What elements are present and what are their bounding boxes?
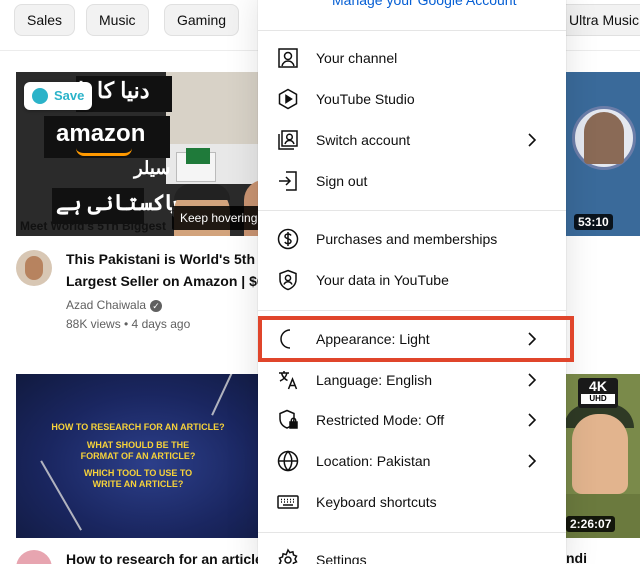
video-title-line-2[interactable]: Largest Seller on Amazon | $6 [66, 270, 258, 292]
thumb-person [584, 112, 624, 164]
highlight-box [258, 316, 574, 362]
video-thumbnail-3[interactable] [564, 72, 640, 236]
studio-icon [278, 88, 298, 110]
menu-item-your-channel[interactable]: Your channel [258, 38, 566, 78]
video-title-4-fragment[interactable]: ndi [566, 550, 587, 564]
sign-out-icon [279, 171, 297, 191]
verified-check-icon: ✓ [150, 299, 163, 312]
video-thumbnail-2[interactable]: HOW TO RESEARCH FOR AN ARTICLE? WHAT SHO… [16, 374, 260, 538]
menu-item-restricted-mode[interactable]: Restricted Mode: Off [258, 400, 566, 440]
menu-item-location[interactable]: Location: Pakistan [258, 441, 566, 481]
chevron-right-icon [528, 373, 537, 387]
menu-item-label: Location: Pakistan [316, 453, 431, 469]
thumb-urdu-bottom: پاکستانی ہے [56, 190, 179, 215]
chevron-right-icon [528, 454, 537, 468]
menu-item-label: Purchases and memberships [316, 231, 498, 247]
menu-item-sign-out[interactable]: Sign out [258, 161, 566, 201]
channel-avatar-2[interactable] [16, 550, 52, 564]
menu-item-label: Language: English [316, 372, 432, 388]
pakistan-flag [186, 148, 210, 164]
menu-item-label: Keyboard shortcuts [316, 494, 437, 510]
menu-divider [258, 30, 566, 31]
video-title-2[interactable]: How to research for an article? [66, 548, 258, 564]
menu-item-your-data[interactable]: Your data in YouTube [258, 260, 566, 300]
menu-item-label: Your channel [316, 50, 398, 66]
menu-item-purchases[interactable]: Purchases and memberships [258, 219, 566, 259]
menu-item-youtube-studio[interactable]: YouTube Studio [258, 79, 566, 119]
thumb-question-2: WHAT SHOULD BE THE FORMAT OF AN ARTICLE? [80, 440, 196, 461]
menu-item-language[interactable]: Language: English [258, 360, 566, 400]
menu-divider [258, 532, 566, 533]
save-icon [32, 88, 48, 104]
globe-icon [277, 450, 299, 472]
keyboard-icon [277, 495, 299, 509]
chip-music[interactable]: Music [86, 4, 149, 36]
account-menu: Manage your Google Account Your channel … [258, 0, 566, 564]
duration-badge: 2:26:07 [566, 516, 616, 532]
thumb-question-1: HOW TO RESEARCH FOR AN ARTICLE? [51, 422, 225, 432]
4k-badge: 4K UHD [578, 378, 618, 408]
thumb-urdu-side: سیلر [134, 158, 171, 178]
duration-badge: 53:10 [574, 214, 613, 230]
shield-lock-icon [279, 409, 298, 429]
menu-item-keyboard-shortcuts[interactable]: Keyboard shortcuts [258, 482, 566, 522]
save-button[interactable]: Save [24, 82, 92, 110]
person-box-icon [278, 48, 298, 68]
video-title-line-1[interactable]: This Pakistani is World's 5th [66, 248, 258, 270]
gear-icon [278, 548, 298, 564]
keep-hovering-hint: Keep hovering [172, 206, 260, 230]
shield-person-icon [279, 269, 297, 291]
amazon-arrow-icon [76, 148, 132, 156]
channel-name-row: Azad Chaiwala ✓ [66, 298, 163, 312]
chip-gaming[interactable]: Gaming [164, 4, 240, 36]
menu-item-switch-account[interactable]: Switch account [258, 120, 566, 160]
channel-name[interactable]: Azad Chaiwala [66, 298, 146, 312]
channel-avatar[interactable] [16, 250, 52, 286]
menu-item-label: YouTube Studio [316, 91, 415, 107]
save-label: Save [54, 88, 85, 103]
chevron-right-icon [528, 133, 537, 147]
menu-item-label: Restricted Mode: Off [316, 412, 445, 428]
thumb-question-3: WHICH TOOL TO USE TO WRITE AN ARTICLE? [83, 468, 193, 489]
menu-item-label: Settings [316, 552, 367, 564]
menu-divider [258, 310, 566, 311]
manage-account-link[interactable]: Manage your Google Account [332, 0, 516, 8]
thumb-banner-text: Meet World's 5Th Biggest [20, 219, 166, 233]
menu-item-label: Your data in YouTube [316, 272, 449, 288]
menu-item-settings[interactable]: Settings [258, 540, 566, 564]
chevron-right-icon [528, 413, 537, 427]
video-stats: 88K views • 4 days ago [66, 317, 191, 331]
translate-icon [279, 371, 298, 390]
chip-ultra-music[interactable]: Ultra Music [556, 4, 640, 36]
menu-item-label: Switch account [316, 132, 411, 148]
thumb-person [572, 414, 628, 494]
chip-sales[interactable]: Sales [14, 4, 76, 36]
thumb-amazon-text: amazon [56, 120, 146, 147]
switch-account-icon [278, 130, 298, 150]
menu-divider [258, 210, 566, 211]
dollar-circle-icon [277, 228, 299, 250]
menu-item-label: Sign out [316, 173, 368, 189]
